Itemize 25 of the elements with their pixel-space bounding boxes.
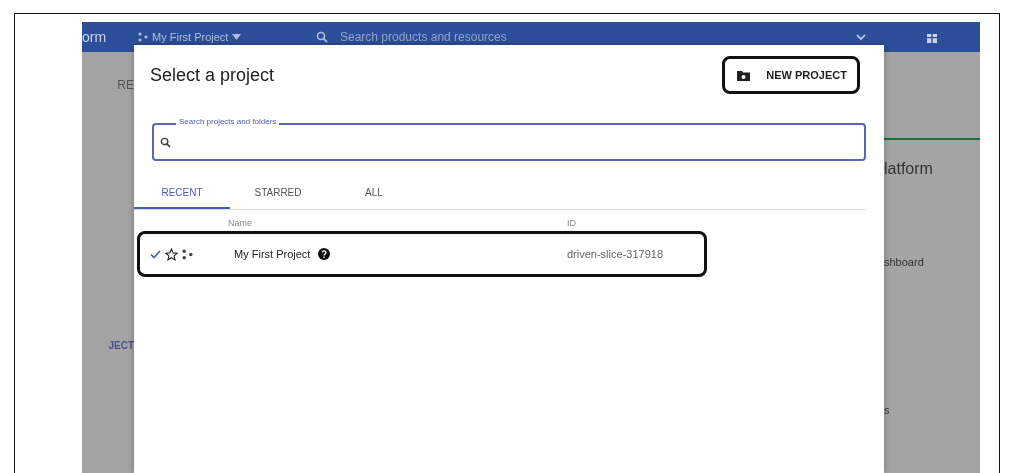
page-text: JECT (108, 340, 134, 351)
project-icon (138, 32, 148, 42)
dialog-title: Select a project (150, 64, 275, 86)
product-name: orm (82, 29, 108, 45)
new-project-button[interactable]: NEW PROJECT (722, 56, 860, 94)
folder-icon (737, 69, 751, 81)
page-text: s (884, 404, 891, 416)
project-name[interactable]: My First Project (234, 248, 311, 260)
page-text: latform (884, 160, 934, 178)
tab[interactable]: RECENT (134, 181, 230, 209)
search-icon (160, 136, 171, 148)
chevron-icon[interactable] (856, 33, 866, 41)
hierarchy-icon (182, 248, 193, 260)
page-text: shboard (884, 256, 925, 268)
project-selector[interactable]: My First Project (152, 31, 229, 43)
project-id: driven-slice-317918 (567, 248, 663, 260)
column-header: Name (228, 218, 253, 228)
dropdown-icon[interactable] (232, 34, 242, 40)
tab[interactable]: ALL (326, 181, 422, 209)
help-icon[interactable] (318, 248, 331, 260)
page-text: RE (117, 78, 134, 92)
search-icon (316, 31, 328, 43)
star-icon[interactable] (165, 247, 178, 261)
tab[interactable]: STARRED (230, 181, 326, 209)
column-header: ID (567, 218, 576, 228)
